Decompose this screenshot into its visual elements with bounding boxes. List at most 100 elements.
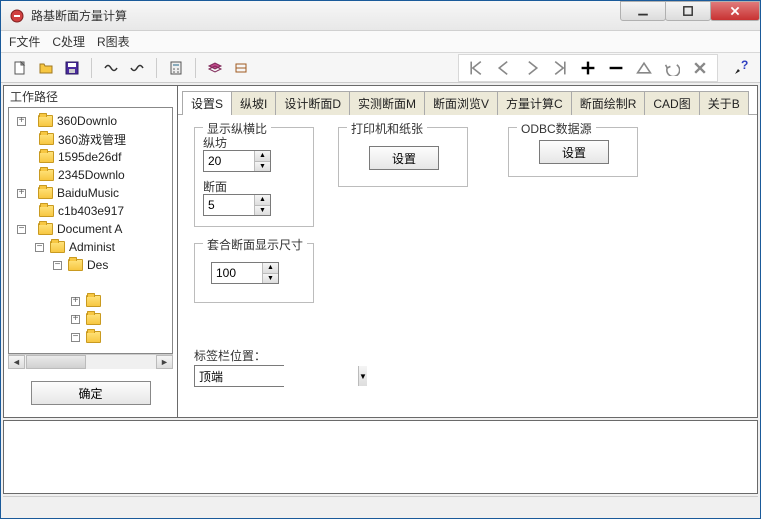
tab-cad[interactable]: CAD图 bbox=[644, 91, 699, 115]
folder-icon bbox=[86, 331, 101, 343]
spin-down-icon[interactable]: ▼ bbox=[263, 274, 278, 284]
folder-icon bbox=[39, 151, 54, 163]
first-icon[interactable] bbox=[465, 57, 487, 79]
chevron-down-icon[interactable]: ▼ bbox=[358, 366, 367, 386]
group-odbc-legend: ODBC数据源 bbox=[517, 120, 596, 137]
group-printer-legend: 打印机和纸张 bbox=[347, 120, 427, 137]
form-area: 显示纵横比 纵坊 ▲▼ 断面 ▲▼ 打印机和纸张 设置 bbox=[178, 115, 757, 417]
input-zong-field[interactable] bbox=[204, 151, 254, 171]
wave1-icon[interactable] bbox=[100, 57, 122, 79]
tab-browse[interactable]: 断面浏览V bbox=[424, 91, 498, 115]
folder-tree[interactable]: +360Downlo 360游戏管理 1595de26df 2345Downlo… bbox=[8, 107, 173, 354]
section-icon[interactable] bbox=[230, 57, 252, 79]
input-duan-field[interactable] bbox=[204, 195, 254, 215]
minimize-button[interactable] bbox=[620, 1, 666, 21]
tab-design[interactable]: 设计断面D bbox=[275, 91, 350, 115]
close-button[interactable] bbox=[710, 1, 760, 21]
next-icon[interactable] bbox=[521, 57, 543, 79]
tree-item[interactable]: 2345Downlo bbox=[58, 168, 125, 182]
prev-icon[interactable] bbox=[493, 57, 515, 79]
left-panel: 工作路径 +360Downlo 360游戏管理 1595de26df 2345D… bbox=[4, 86, 178, 417]
group-odbc: ODBC数据源 设置 bbox=[508, 127, 638, 177]
titlebar: 路基断面方量计算 bbox=[1, 1, 760, 31]
label-duan: 断面 bbox=[203, 178, 227, 195]
tab-measured[interactable]: 实测断面M bbox=[349, 91, 425, 115]
nav-toolbar bbox=[458, 54, 718, 82]
printer-settings-button[interactable]: 设置 bbox=[369, 146, 439, 170]
scroll-thumb[interactable] bbox=[26, 355, 86, 369]
tree-item[interactable]: c1b403e917 bbox=[58, 204, 124, 218]
remove-icon[interactable] bbox=[605, 57, 627, 79]
save-icon[interactable] bbox=[61, 57, 83, 79]
folder-icon bbox=[38, 115, 53, 127]
group-printer: 打印机和纸张 设置 bbox=[338, 127, 468, 187]
tree-hscrollbar[interactable]: ◄ ► bbox=[8, 354, 173, 369]
tree-item[interactable]: Administ bbox=[69, 240, 115, 254]
folder-icon bbox=[39, 169, 54, 181]
input-size-field[interactable] bbox=[212, 263, 262, 283]
tree-item[interactable]: 1595de26df bbox=[58, 150, 121, 164]
delete-icon[interactable] bbox=[689, 57, 711, 79]
tab-draw[interactable]: 断面绘制R bbox=[571, 91, 646, 115]
up-icon[interactable] bbox=[633, 57, 655, 79]
ok-button[interactable]: 确定 bbox=[31, 381, 151, 405]
folder-icon bbox=[68, 259, 83, 271]
layers-icon[interactable] bbox=[204, 57, 226, 79]
maximize-button[interactable] bbox=[665, 1, 711, 21]
tab-settings[interactable]: 设置S bbox=[182, 91, 232, 115]
scroll-right-icon[interactable]: ► bbox=[156, 355, 173, 369]
tree-item[interactable]: Des bbox=[87, 258, 108, 272]
tree-item[interactable]: 360Downlo bbox=[57, 114, 117, 128]
scroll-left-icon[interactable]: ◄ bbox=[8, 355, 25, 369]
folder-icon bbox=[38, 223, 53, 235]
folder-icon bbox=[86, 313, 101, 325]
input-duan[interactable]: ▲▼ bbox=[203, 194, 271, 216]
wave2-icon[interactable] bbox=[126, 57, 148, 79]
tab-calc[interactable]: 方量计算C bbox=[497, 91, 572, 115]
undo-icon[interactable] bbox=[661, 57, 683, 79]
combo-tabpos[interactable]: ▼ bbox=[194, 365, 284, 387]
add-icon[interactable] bbox=[577, 57, 599, 79]
open-file-icon[interactable] bbox=[35, 57, 57, 79]
spin-up-icon[interactable]: ▲ bbox=[263, 263, 278, 274]
menubar: F文件 C处理 R图表 bbox=[1, 31, 760, 53]
folder-icon bbox=[86, 295, 101, 307]
tree-item[interactable]: 360游戏管理 bbox=[58, 131, 126, 148]
toolbar: ? bbox=[1, 53, 760, 83]
tree-item[interactable]: BaiduMusic bbox=[57, 186, 119, 200]
group-ratio: 显示纵横比 纵坊 ▲▼ 断面 ▲▼ bbox=[194, 127, 314, 227]
bottom-panel bbox=[3, 420, 758, 494]
tree-item[interactable]: Document A bbox=[57, 222, 122, 236]
app-icon bbox=[9, 8, 25, 24]
group-size-legend: 套合断面显示尺寸 bbox=[203, 236, 307, 253]
folder-icon bbox=[38, 187, 53, 199]
folder-icon bbox=[39, 133, 54, 145]
menu-file[interactable]: F文件 bbox=[9, 33, 40, 50]
tab-bar: 设置S 纵坡I 设计断面D 实测断面M 断面浏览V 方量计算C 断面绘制R CA… bbox=[178, 86, 757, 115]
spin-down-icon[interactable]: ▼ bbox=[255, 162, 270, 172]
folder-icon bbox=[50, 241, 65, 253]
spin-up-icon[interactable]: ▲ bbox=[255, 151, 270, 162]
spin-down-icon[interactable]: ▼ bbox=[255, 206, 270, 216]
tab-about[interactable]: 关于B bbox=[699, 91, 749, 115]
input-zong[interactable]: ▲▼ bbox=[203, 150, 271, 172]
combo-tabpos-field[interactable] bbox=[195, 366, 358, 386]
right-panel: 设置S 纵坡I 设计断面D 实测断面M 断面浏览V 方量计算C 断面绘制R CA… bbox=[178, 86, 757, 417]
left-title: 工作路径 bbox=[4, 86, 177, 107]
menu-process[interactable]: C处理 bbox=[52, 33, 85, 50]
input-size[interactable]: ▲▼ bbox=[211, 262, 279, 284]
group-size: 套合断面显示尺寸 ▲▼ bbox=[194, 243, 314, 303]
odbc-settings-button[interactable]: 设置 bbox=[539, 140, 609, 164]
window-title: 路基断面方量计算 bbox=[31, 7, 621, 24]
calc-icon[interactable] bbox=[165, 57, 187, 79]
last-icon[interactable] bbox=[549, 57, 571, 79]
statusbar bbox=[3, 496, 758, 516]
help-icon[interactable]: ? bbox=[730, 57, 752, 79]
app-window: 路基断面方量计算 F文件 C处理 R图表 bbox=[0, 0, 761, 519]
svg-text:?: ? bbox=[741, 60, 748, 72]
menu-chart[interactable]: R图表 bbox=[97, 33, 130, 50]
spin-up-icon[interactable]: ▲ bbox=[255, 195, 270, 206]
label-tabpos: 标签栏位置： bbox=[194, 347, 266, 364]
new-file-icon[interactable] bbox=[9, 57, 31, 79]
tab-slope[interactable]: 纵坡I bbox=[231, 91, 276, 115]
